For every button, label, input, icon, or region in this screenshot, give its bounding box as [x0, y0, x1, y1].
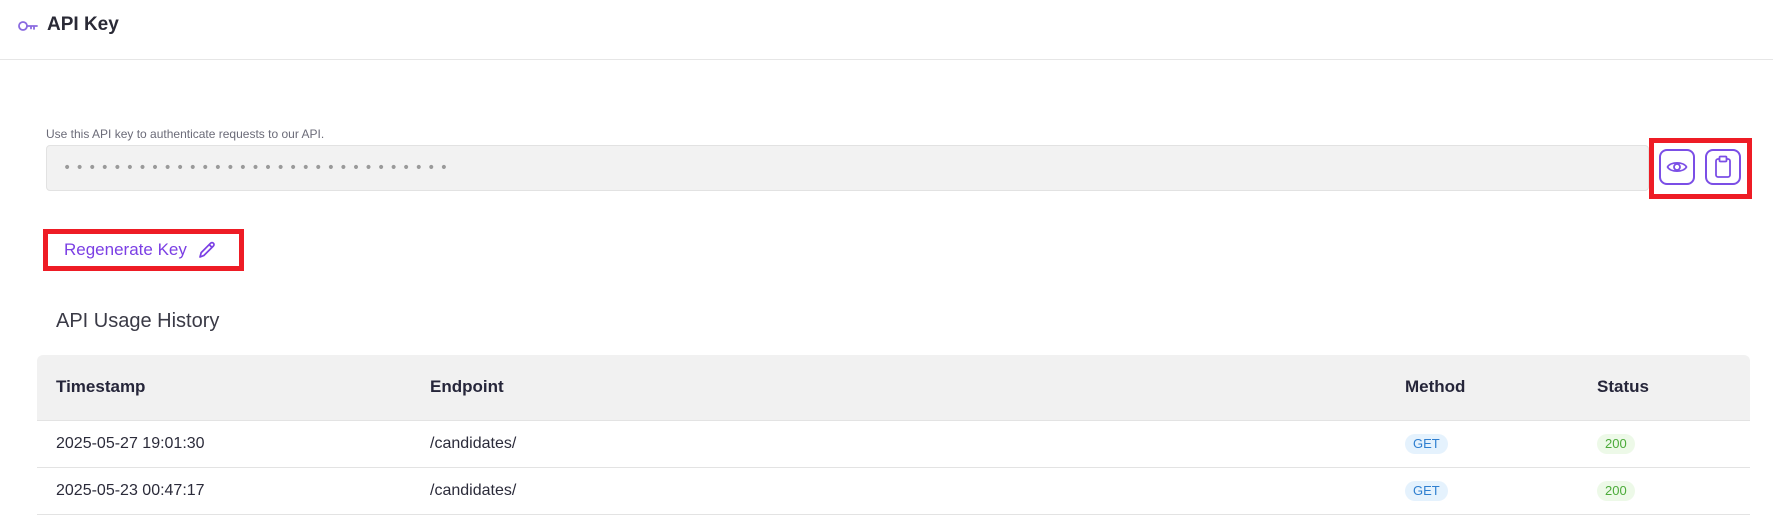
- column-header-endpoint[interactable]: Endpoint: [430, 377, 504, 397]
- status-badge: 200: [1597, 481, 1635, 501]
- timestamp-cell: 2025-05-27 19:01:30: [56, 435, 205, 452]
- endpoint-cell: /candidates/: [430, 482, 517, 499]
- api-key-masked-value: •••••••••••••••••••••••••••••••: [63, 160, 453, 176]
- highlight-box: [43, 229, 244, 271]
- method-badge: GET: [1405, 434, 1448, 454]
- key-icon: [18, 21, 38, 31]
- timestamp-cell: 2025-05-23 00:47:17: [56, 482, 205, 499]
- api-key-helper-text: Use this API key to authenticate request…: [46, 127, 325, 141]
- page-title: API Key: [47, 14, 119, 35]
- column-header-status[interactable]: Status: [1597, 377, 1649, 397]
- page-header: API Key: [0, 0, 1773, 60]
- api-key-field[interactable]: •••••••••••••••••••••••••••••••: [46, 145, 1649, 191]
- usage-history-title: API Usage History: [56, 310, 220, 332]
- highlight-box: [1649, 138, 1752, 199]
- column-header-timestamp[interactable]: Timestamp: [56, 377, 145, 397]
- column-header-method[interactable]: Method: [1405, 377, 1465, 397]
- method-badge: GET: [1405, 481, 1448, 501]
- endpoint-cell: /candidates/: [430, 435, 517, 452]
- usage-history-table: Timestamp Endpoint Method Status 2025-05…: [37, 355, 1750, 515]
- table-row[interactable]: 2025-05-27 19:01:30 /candidates/ GET 200: [37, 421, 1750, 468]
- status-badge: 200: [1597, 434, 1635, 454]
- table-row[interactable]: 2025-05-23 00:47:17 /candidates/ GET 200: [37, 468, 1750, 515]
- table-header: Timestamp Endpoint Method Status: [37, 355, 1750, 421]
